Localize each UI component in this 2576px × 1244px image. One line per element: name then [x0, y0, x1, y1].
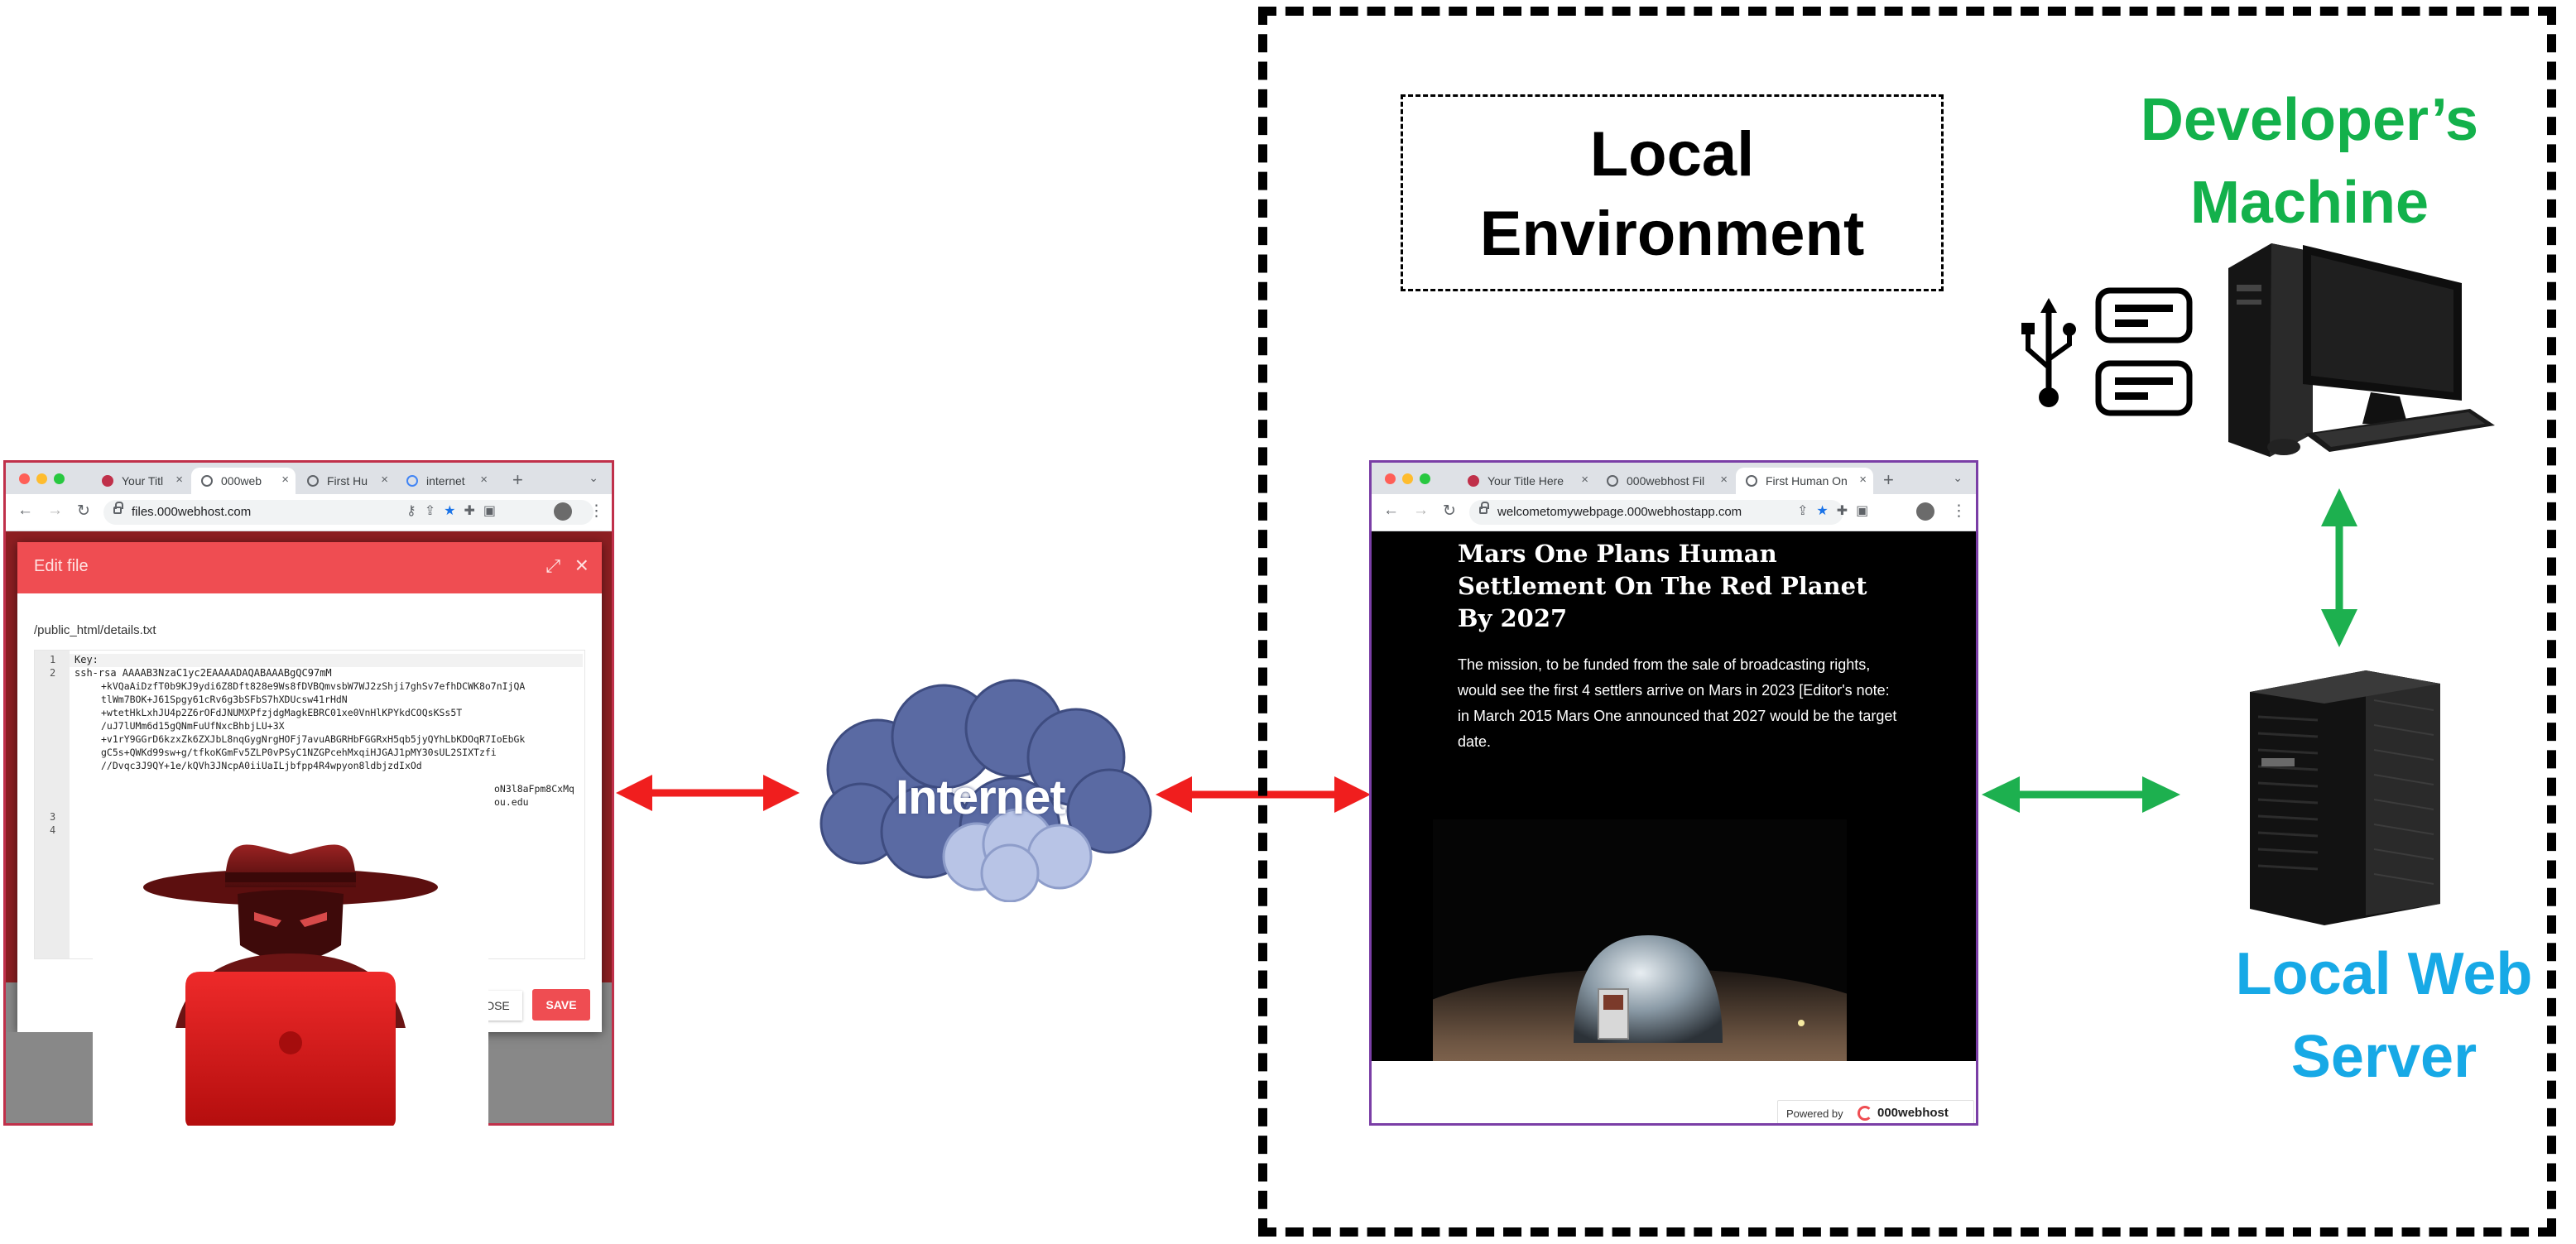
code-line: +kVQaAiDzfT0b9KJ9ydi6Z8Dft828e9Ws8fDVBQm…: [101, 680, 526, 692]
storage-drive-icon: [2095, 287, 2193, 343]
close-tab-icon[interactable]: ×: [175, 473, 183, 487]
host-brand: 000webhost: [1877, 1106, 1949, 1120]
globe-icon: [1607, 475, 1618, 487]
code-line: oN3l8aFpm8CxMq: [494, 783, 574, 795]
globe-icon: [1746, 475, 1757, 487]
save-button[interactable]: SAVE: [532, 989, 590, 1021]
chevron-down-icon[interactable]: ⌄: [1953, 471, 1963, 485]
toolbar-icons[interactable]: ⇪★✚▣: [1797, 502, 1877, 519]
close-icon[interactable]: ×: [575, 552, 589, 579]
tab-3[interactable]: First Human On ×: [1736, 468, 1873, 494]
line-gutter: [35, 651, 70, 958]
storage-drive-icon-2: [2095, 360, 2193, 416]
article-body: The mission, to be funded from the sale …: [1458, 656, 1897, 750]
close-tab-icon[interactable]: ×: [281, 473, 289, 487]
site-icon: [1468, 475, 1479, 487]
page-margin-left: [6, 1032, 97, 1123]
code-line: +v1rY9GGrD6kzxZk6ZXJbL8nqGygNrgHOFj7avuA…: [101, 733, 526, 745]
forward-icon[interactable]: →: [1413, 502, 1429, 520]
code-line: tlWm7BOK+J61Spgy61cRv6g3bSFbS7hXDUcsw41r…: [101, 694, 348, 705]
reload-icon[interactable]: ↻: [77, 502, 90, 521]
back-icon[interactable]: ←: [1383, 502, 1399, 520]
line-number: 1: [50, 654, 56, 665]
toolbar-icons[interactable]: ⚷⇪★✚▣: [406, 502, 504, 519]
developer-label-line2: Machine: [2189, 170, 2429, 236]
local-browser-window: Your Title Here × 000webhost Fil × First…: [1369, 460, 1978, 1126]
close-tab-icon[interactable]: ×: [1720, 473, 1728, 487]
dialog-title: Edit file: [34, 557, 89, 575]
developer-server-arrow: [2321, 488, 2357, 647]
tab-2[interactable]: 000webhost Fil ×: [1597, 468, 1734, 494]
address-bar: ← → ↻ welcometomywebpage.000webhostapp.c…: [1372, 494, 1976, 531]
window-controls[interactable]: [19, 473, 71, 488]
back-icon[interactable]: ←: [17, 502, 33, 520]
site-icon: [102, 475, 113, 487]
line-number: 4: [50, 824, 56, 836]
hosting-badge[interactable]: Powered by 000webhost: [1777, 1100, 1974, 1123]
avatar[interactable]: [1916, 502, 1934, 521]
line-number: 2: [50, 667, 56, 679]
avatar[interactable]: [554, 502, 572, 521]
desktop-computer-icon: [2228, 243, 2495, 457]
local-environment-label-line1: Local: [1589, 119, 1755, 190]
server-label-line2: Server: [2290, 1024, 2477, 1090]
close-tab-icon[interactable]: ×: [1581, 473, 1588, 487]
tab-bar: Your Title Here × 000webhost Fil × First…: [1372, 463, 1976, 494]
line-number: 3: [50, 811, 56, 823]
tab-4[interactable]: internet ×: [396, 468, 494, 494]
local-environment-label-box: Local Environment: [1401, 94, 1944, 291]
server-icon: [2250, 670, 2440, 925]
close-tab-icon[interactable]: ×: [381, 473, 388, 487]
close-tab-icon[interactable]: ×: [480, 473, 488, 487]
powered-by-label: Powered by: [1786, 1107, 1843, 1120]
code-line: gC5s+QWKd99sw+g/tfkoKGmFv5ZLP0vPSyC1NZGP…: [101, 747, 497, 758]
url-field[interactable]: files.000webhost.com: [103, 500, 594, 525]
code-line: +wtetHkLxhJU4p2Z6rOFdJNUMXPfzjdgMagkEBRC…: [101, 707, 463, 718]
host-logo-icon: [1858, 1106, 1872, 1121]
server-label-line1: Local Web: [2235, 941, 2533, 1007]
lock-icon: [113, 502, 123, 514]
article-headline: Mars One Plans Human Settlement On The R…: [1458, 540, 1867, 632]
internet-label: Internet: [896, 771, 1066, 824]
code-line: /uJ7lUMm6d15gQNmFuUfNxcBhbjLU+3X: [101, 720, 285, 732]
local-environment-label-line2: Environment: [1479, 199, 1865, 269]
new-tab-icon[interactable]: +: [512, 469, 523, 491]
tab-bar: Your Titl × 000web × First Hu × internet…: [6, 463, 612, 494]
tab-1[interactable]: Your Title Here ×: [1458, 468, 1595, 494]
forward-icon[interactable]: →: [47, 502, 63, 520]
file-path: /public_html/details.txt: [34, 623, 156, 637]
mars-habitat-image: [1433, 819, 1847, 1061]
local-connection-arrow: [1982, 776, 2180, 813]
hacker-icon: [143, 844, 438, 1126]
window-controls[interactable]: [1385, 473, 1437, 488]
code-line: Key:: [74, 654, 99, 665]
usb-icon: [2021, 298, 2076, 407]
tab-3[interactable]: First Hu ×: [297, 468, 395, 494]
new-tab-icon[interactable]: +: [1883, 469, 1894, 491]
menu-icon[interactable]: ⋮: [589, 502, 604, 521]
address-bar: ← → ↻ files.000webhost.com ⚷⇪★✚▣ ⋮: [6, 494, 612, 531]
dialog-header: Edit file ⤢ ×: [17, 542, 602, 593]
google-icon: [406, 475, 418, 487]
reload-icon[interactable]: ↻: [1443, 502, 1456, 521]
globe-icon: [307, 475, 319, 487]
close-tab-icon[interactable]: ×: [1859, 473, 1867, 487]
code-line: //Dvqc3J9QY+1e/kQVh3JNcpA0iiUaILjbfpp4R4…: [101, 760, 422, 771]
page-content: Mars One Plans Human Settlement On The R…: [1372, 531, 1976, 1061]
lock-icon: [1479, 502, 1489, 514]
url-field[interactable]: welcometomywebpage.000webhostapp.com: [1469, 500, 1843, 525]
code-line: ssh-rsa AAAAB3NzaC1yc2EAAAADAQABAAABgQC9…: [74, 667, 332, 679]
globe-icon: [201, 475, 213, 487]
menu-icon[interactable]: ⋮: [1951, 502, 1967, 521]
connection-arrow-left: [616, 775, 800, 811]
developer-label-line1: Developer’s: [2140, 87, 2479, 153]
active-line: [70, 654, 583, 667]
expand-icon[interactable]: ⤢: [545, 555, 560, 577]
code-line: ou.edu: [494, 796, 529, 808]
tab-2[interactable]: 000web ×: [191, 468, 296, 494]
tab-1[interactable]: Your Titl ×: [92, 468, 190, 494]
chevron-down-icon[interactable]: ⌄: [589, 471, 598, 485]
